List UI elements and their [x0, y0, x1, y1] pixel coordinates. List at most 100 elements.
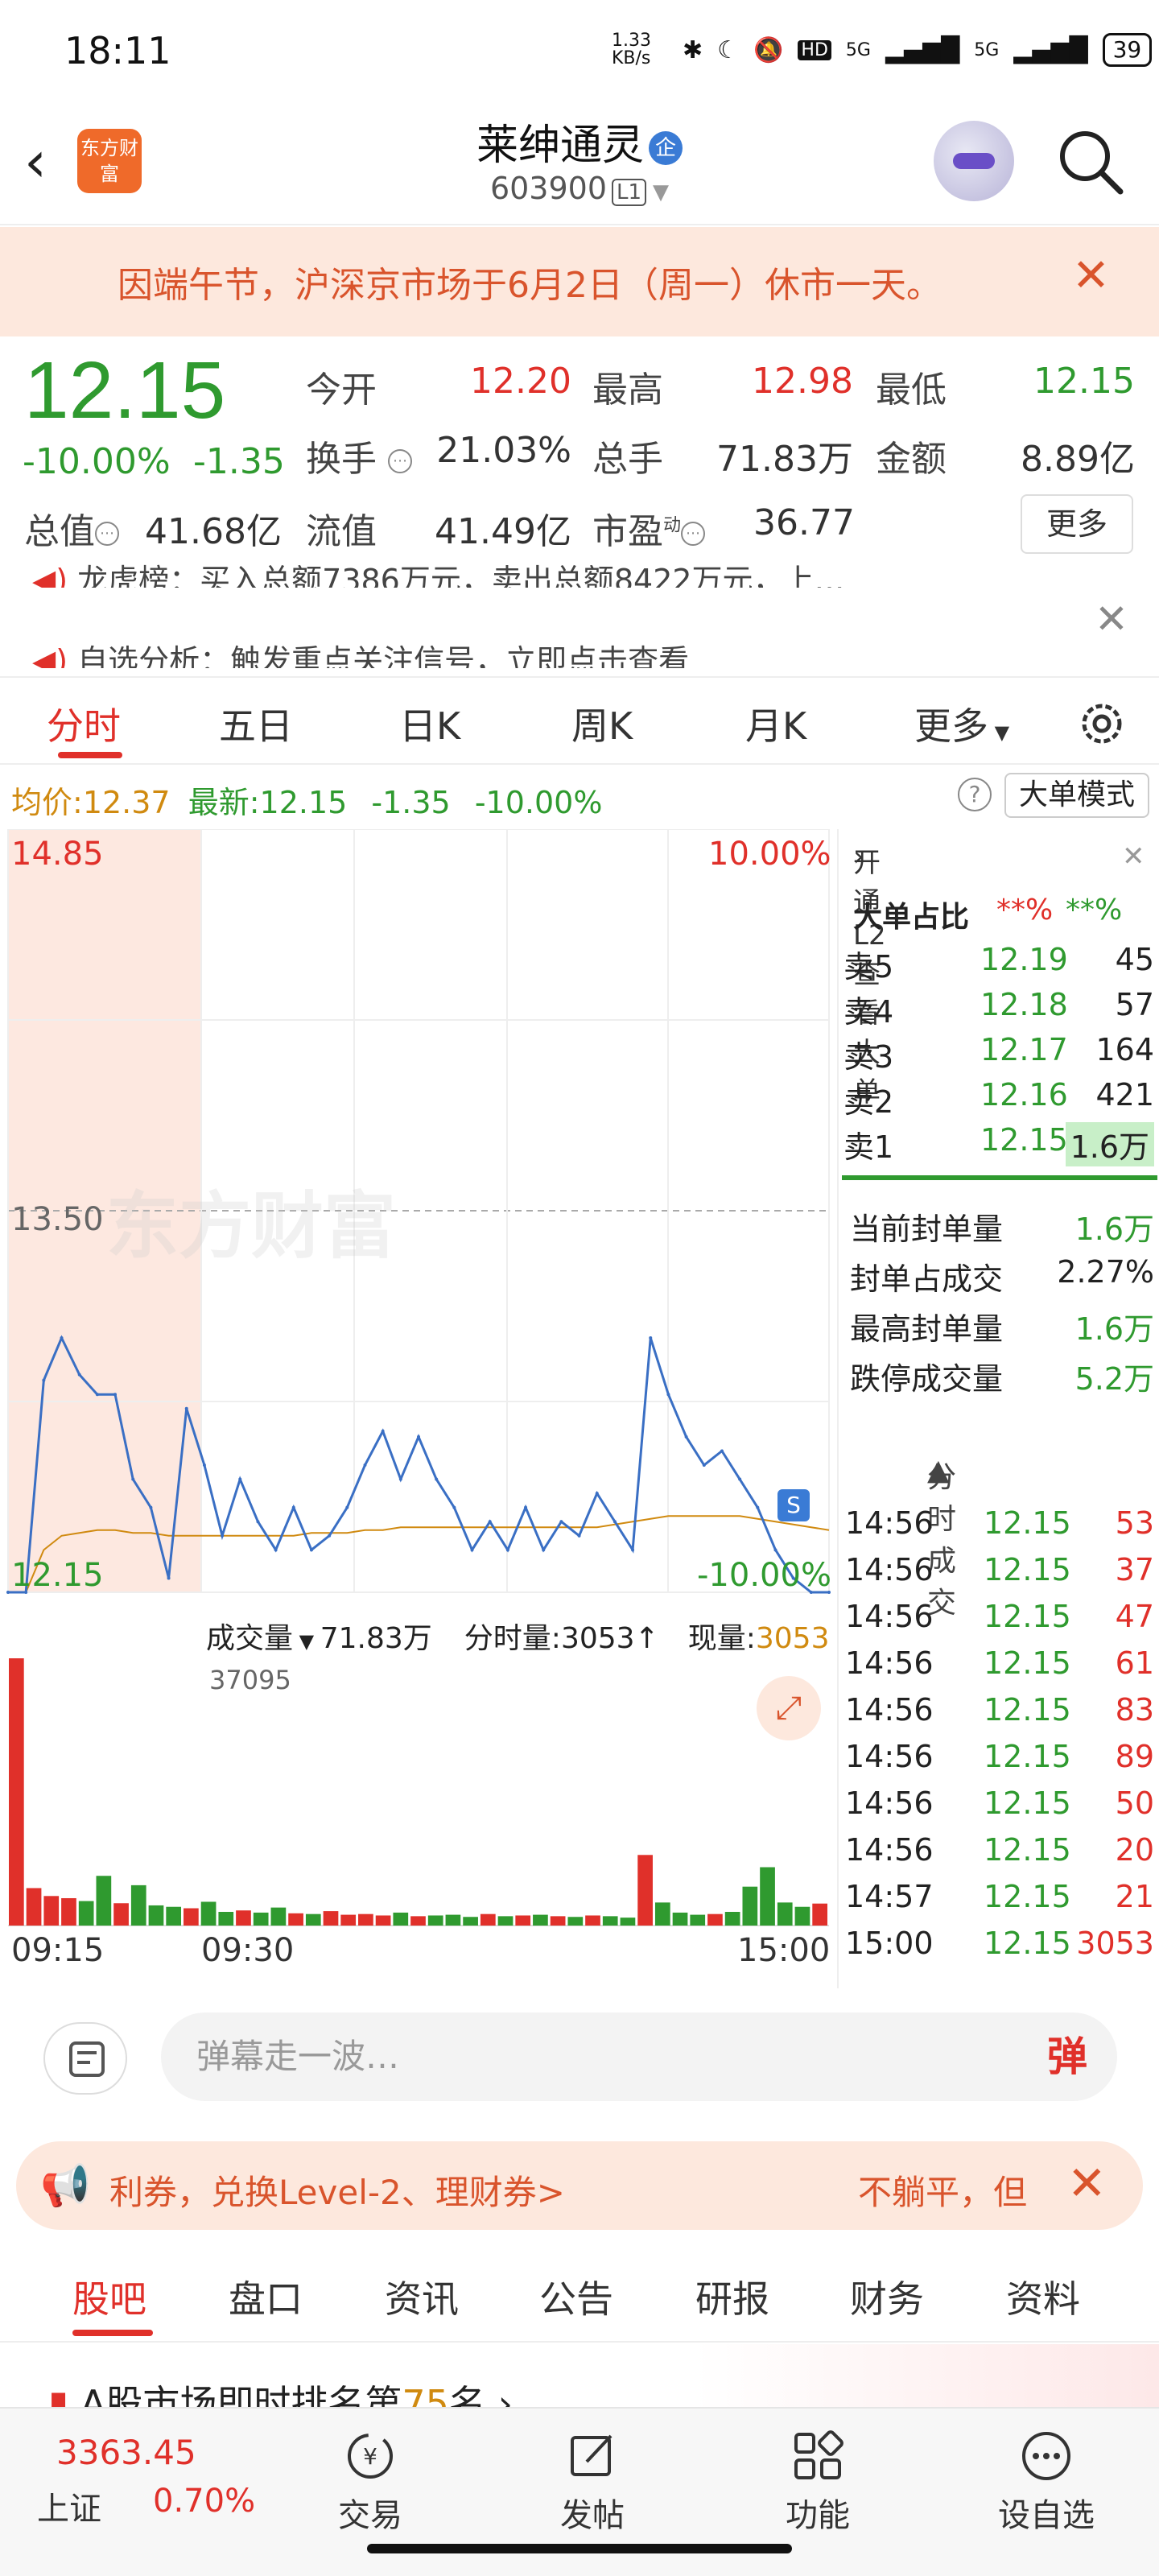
volume-bar [26, 1888, 42, 1926]
close-icon[interactable]: ✕ [1095, 596, 1128, 642]
big-order-mode-button[interactable]: 大单模式 [1004, 773, 1149, 818]
volume-bar [672, 1912, 688, 1926]
volume-bar [358, 1913, 373, 1926]
price-point [702, 1463, 706, 1467]
intraday-stats-row: 均价:12.37 最新:12.15 -1.35 -10.00% [11, 785, 603, 820]
close-icon[interactable]: ✕ [1072, 250, 1110, 302]
subtab-underline [72, 2330, 153, 2336]
price-point [77, 1373, 81, 1377]
sell-marker-icon[interactable]: S [777, 1489, 810, 1521]
info-circle-icon[interactable]: ⋯ [681, 522, 706, 546]
info-circle-icon[interactable]: ⋯ [388, 449, 412, 473]
price-point [631, 1548, 635, 1552]
volume-label: 总手 [592, 439, 663, 480]
price-point [435, 1477, 439, 1481]
volume-bar [533, 1914, 548, 1926]
intraday-chart-svg [6, 829, 831, 1926]
signal-bars-icon-2: ▂▄▆█ [1013, 35, 1088, 64]
index-value[interactable]: 3363.45 [56, 2433, 196, 2472]
bottom-pct-label: -10.00% [697, 1557, 831, 1594]
danmu-input[interactable]: 弹幕走一波… [161, 2013, 1117, 2101]
bottom-price-label: 12.15 [11, 1557, 104, 1594]
price-point [221, 1534, 225, 1538]
price-point [363, 1463, 367, 1467]
open-value: 12.20 [470, 361, 571, 402]
volume-bar [724, 1911, 740, 1926]
more-button[interactable]: 更多 [1021, 494, 1133, 554]
tab-weekly-k[interactable]: 周K [571, 697, 633, 750]
enterprise-badge-icon: 企 [649, 131, 683, 165]
nav-post[interactable]: 发帖 [520, 2428, 665, 2536]
price-point [559, 1520, 563, 1524]
tab-finance[interactable]: 财务 [850, 2270, 924, 2323]
tab-profile[interactable]: 资料 [1006, 2270, 1080, 2323]
volume-bar [200, 1901, 217, 1926]
tab-intraday[interactable]: 分时 [47, 697, 121, 750]
index-name[interactable]: 上证 [37, 2483, 101, 2529]
nav-trade[interactable]: ¥ 交易 [298, 2428, 443, 2536]
hd-icon: HD [798, 39, 831, 60]
ticker-dragon-tiger[interactable]: ◀) 龙虎榜：买入总额7386万元，卖出总额8422万元，上… [32, 555, 1079, 588]
tab-guba[interactable]: 股吧 [72, 2270, 146, 2323]
price-point [274, 1548, 278, 1552]
volume-bar [218, 1911, 234, 1926]
status-icons: 1.33 KB/s ✱ ☾ 🔕 HD 5G ▂▄▆█ 5G ▂▄▆█ 39 [612, 32, 1153, 68]
battery-icon: 39 [1102, 33, 1153, 67]
volume-bar [620, 1918, 636, 1926]
price-point [488, 1520, 492, 1524]
search-icon[interactable] [1054, 126, 1127, 198]
gear-icon[interactable] [1075, 697, 1128, 750]
turnover-value: 21.03% [436, 430, 571, 471]
volume-bar [585, 1915, 600, 1926]
promo-banner[interactable]: 📢 利券，兑换Level-2、理财券> 不躺平，但 ✕ [16, 2141, 1143, 2230]
tab-research[interactable]: 研报 [695, 2270, 769, 2323]
close-icon[interactable]: ✕ [1122, 840, 1145, 873]
level-badge: L1 [612, 179, 647, 206]
volume-bar [794, 1906, 810, 1926]
tab-daily-k[interactable]: 日K [399, 697, 460, 750]
volume-bar [463, 1917, 478, 1926]
nav-functions[interactable]: 功能 [745, 2428, 890, 2536]
index-change[interactable]: 0.70% [153, 2483, 255, 2520]
tab-announcements[interactable]: 公告 [539, 2270, 613, 2323]
intraday-chart[interactable]: 14.85 10.00% 13.50 12.15 -10.00% 东方财富 S … [0, 829, 837, 1988]
megaphone-icon: 📢 [40, 2162, 91, 2209]
info-circle-icon[interactable]: ⋯ [95, 522, 119, 546]
volume-bar [236, 1910, 251, 1926]
volume-bar [480, 1913, 496, 1926]
tab-more[interactable]: 更多 ▼ [914, 697, 1009, 750]
price-point [577, 1534, 581, 1538]
close-icon[interactable]: ✕ [1067, 2156, 1107, 2211]
volume-bar [340, 1914, 357, 1926]
danmu-send-button[interactable]: 弹 [1022, 2017, 1112, 2096]
home-indicator[interactable] [367, 2544, 792, 2553]
nav-add-watchlist[interactable]: 设自选 [974, 2428, 1119, 2536]
assistant-robot-icon[interactable] [934, 121, 1014, 201]
help-icon[interactable]: ? [958, 778, 992, 811]
danmu-toggle-icon[interactable] [43, 2022, 127, 2095]
price-point [202, 1463, 206, 1467]
expand-icon[interactable]: ⤢ [757, 1676, 821, 1740]
tab-news[interactable]: 资讯 [385, 2270, 459, 2323]
status-bar: 18:11 1.33 KB/s ✱ ☾ 🔕 HD 5G ▂▄▆█ 5G ▂▄▆█… [0, 0, 1159, 97]
amount-value: 8.89亿 [1021, 439, 1135, 480]
mute-bell-icon: 🔕 [753, 35, 784, 64]
price-point [417, 1435, 420, 1439]
current-price: 12.15 [24, 345, 226, 436]
tab-pankou[interactable]: 盘口 [229, 2270, 303, 2323]
volume-bar [323, 1911, 339, 1926]
chevron-down-icon: ▼ [653, 180, 670, 204]
volume-bar [113, 1903, 129, 1926]
high-label: 最高 [592, 369, 663, 411]
pe-label: 市盈动 ⋯ [592, 502, 706, 554]
dynamic-mark: 动 [663, 515, 682, 536]
tab-monthly-k[interactable]: 月K [745, 697, 806, 750]
mid-price-label: 13.50 [11, 1201, 104, 1238]
time-label-0930: 09:30 [201, 1932, 295, 1969]
ticker-analysis[interactable]: ◀) 自选分析：触发重点关注信号，立即点击查看 [32, 636, 1079, 668]
stock-name: 莱绅通灵 [476, 122, 644, 170]
signal-5g-2: 5G [974, 39, 1000, 60]
tab-five-day[interactable]: 五日 [219, 697, 293, 750]
open-label: 今开 [306, 369, 377, 411]
total-value-label: 总值 ⋯ [24, 502, 119, 554]
